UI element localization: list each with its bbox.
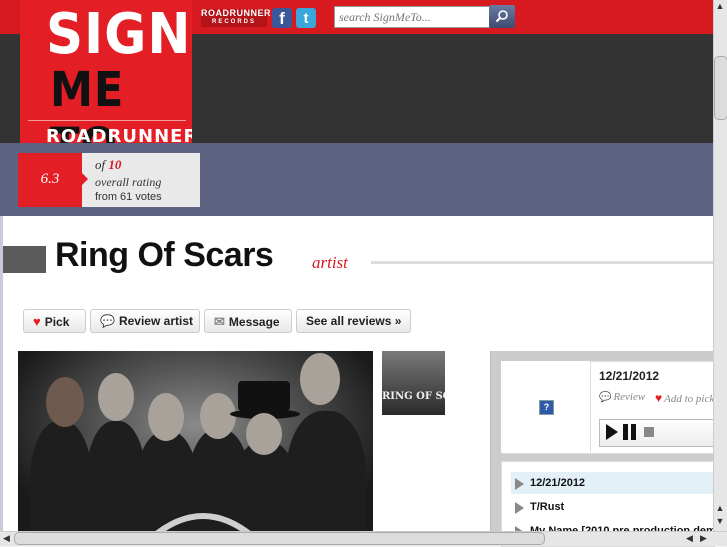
rating-info: of 10 overall rating from 61 votes bbox=[82, 153, 200, 207]
overall-rating-label: overall rating bbox=[95, 175, 162, 189]
play-icon[interactable] bbox=[606, 424, 618, 440]
vertical-scroll-thumb[interactable] bbox=[714, 56, 727, 120]
rating-out-of: of 10 bbox=[95, 157, 121, 173]
see-all-reviews-label: See all reviews » bbox=[306, 314, 402, 328]
thumbnail-band-name: RING OF SCARS bbox=[382, 391, 445, 402]
title-rule bbox=[371, 261, 713, 264]
horizontal-scroll-thumb[interactable] bbox=[14, 532, 545, 545]
heart-icon: ♥ bbox=[33, 314, 41, 329]
band-photo[interactable] bbox=[18, 351, 373, 536]
facebook-icon[interactable]: f bbox=[272, 8, 292, 28]
review-artist-label: Review artist bbox=[118, 314, 193, 328]
roadrunner-records-logo[interactable]: ROADRUNNER RECORDS bbox=[201, 8, 271, 27]
rating-score: 6.3 bbox=[18, 153, 82, 207]
track-row[interactable]: T/Rust bbox=[511, 496, 713, 518]
missing-image-icon: ? bbox=[539, 400, 554, 415]
twitter-icon[interactable]: t bbox=[296, 8, 316, 28]
search-input[interactable] bbox=[334, 6, 490, 28]
track-title: 12/21/2012 bbox=[599, 369, 660, 383]
vote-count: from 61 votes bbox=[95, 191, 162, 203]
play-triangle-icon bbox=[515, 502, 524, 514]
message-button[interactable]: ✉ Message bbox=[204, 309, 292, 333]
title-tab-marker bbox=[3, 246, 46, 273]
artist-type-label: artist bbox=[312, 253, 348, 272]
add-to-picks-label: Add to picks bbox=[664, 393, 713, 405]
review-track-link[interactable]: 💬 Review bbox=[599, 391, 645, 403]
track-row-title: T/Rust bbox=[530, 501, 565, 513]
scroll-left-arrow-icon[interactable]: ◀ bbox=[0, 531, 13, 545]
speech-bubble-icon: 💬 bbox=[100, 314, 115, 328]
rating-arrow bbox=[82, 173, 88, 185]
scroll-up-arrow-icon[interactable]: ▲ bbox=[713, 0, 727, 13]
stop-icon[interactable] bbox=[644, 427, 654, 437]
magnifier-icon bbox=[495, 10, 508, 23]
records-logo-text: RECORDS bbox=[211, 19, 256, 25]
logo-line-roadrunner: ROADRUNNER bbox=[46, 126, 192, 143]
message-label: Message bbox=[228, 315, 280, 329]
speech-bubble-icon: 💬 bbox=[599, 392, 612, 403]
pick-label: Pick bbox=[44, 315, 70, 329]
artist-thumbnail[interactable]: RING OF SCARS bbox=[382, 351, 445, 415]
site-logo[interactable]: SIGN ME TO ROADRUNNER bbox=[20, 0, 192, 143]
page-title: Ring Of Scars bbox=[55, 236, 274, 274]
track-row[interactable]: 12/21/2012 bbox=[511, 472, 713, 494]
roadrunner-logo-text: ROADRUNNER bbox=[201, 8, 271, 18]
scroll-right-arrow-icon[interactable]: ▶ bbox=[697, 531, 710, 545]
envelope-icon: ✉ bbox=[214, 314, 225, 329]
play-triangle-icon bbox=[515, 478, 524, 490]
pause-icon[interactable] bbox=[623, 424, 636, 440]
scroll-right-arrow-icon[interactable]: ◀ bbox=[683, 531, 696, 545]
see-all-reviews-button[interactable]: See all reviews » bbox=[296, 309, 411, 333]
rating-max: 10 bbox=[108, 157, 122, 172]
heart-icon: ♥ bbox=[655, 391, 663, 405]
pick-button[interactable]: ♥ Pick bbox=[23, 309, 86, 333]
track-row-title: 12/21/2012 bbox=[530, 477, 586, 489]
search-button[interactable] bbox=[489, 5, 515, 28]
logo-divider bbox=[28, 120, 186, 121]
scroll-down-arrow-icon[interactable]: ▲ bbox=[713, 502, 727, 515]
review-track-label: Review bbox=[613, 391, 646, 403]
scroll-down-arrow-icon[interactable]: ▼ bbox=[713, 515, 727, 528]
review-artist-button[interactable]: 💬 Review artist bbox=[90, 309, 200, 333]
add-to-picks-link[interactable]: ♥Add to picks bbox=[655, 391, 713, 406]
logo-line-sign: SIGN bbox=[46, 2, 192, 67]
rating-of-prefix: of bbox=[95, 157, 109, 172]
